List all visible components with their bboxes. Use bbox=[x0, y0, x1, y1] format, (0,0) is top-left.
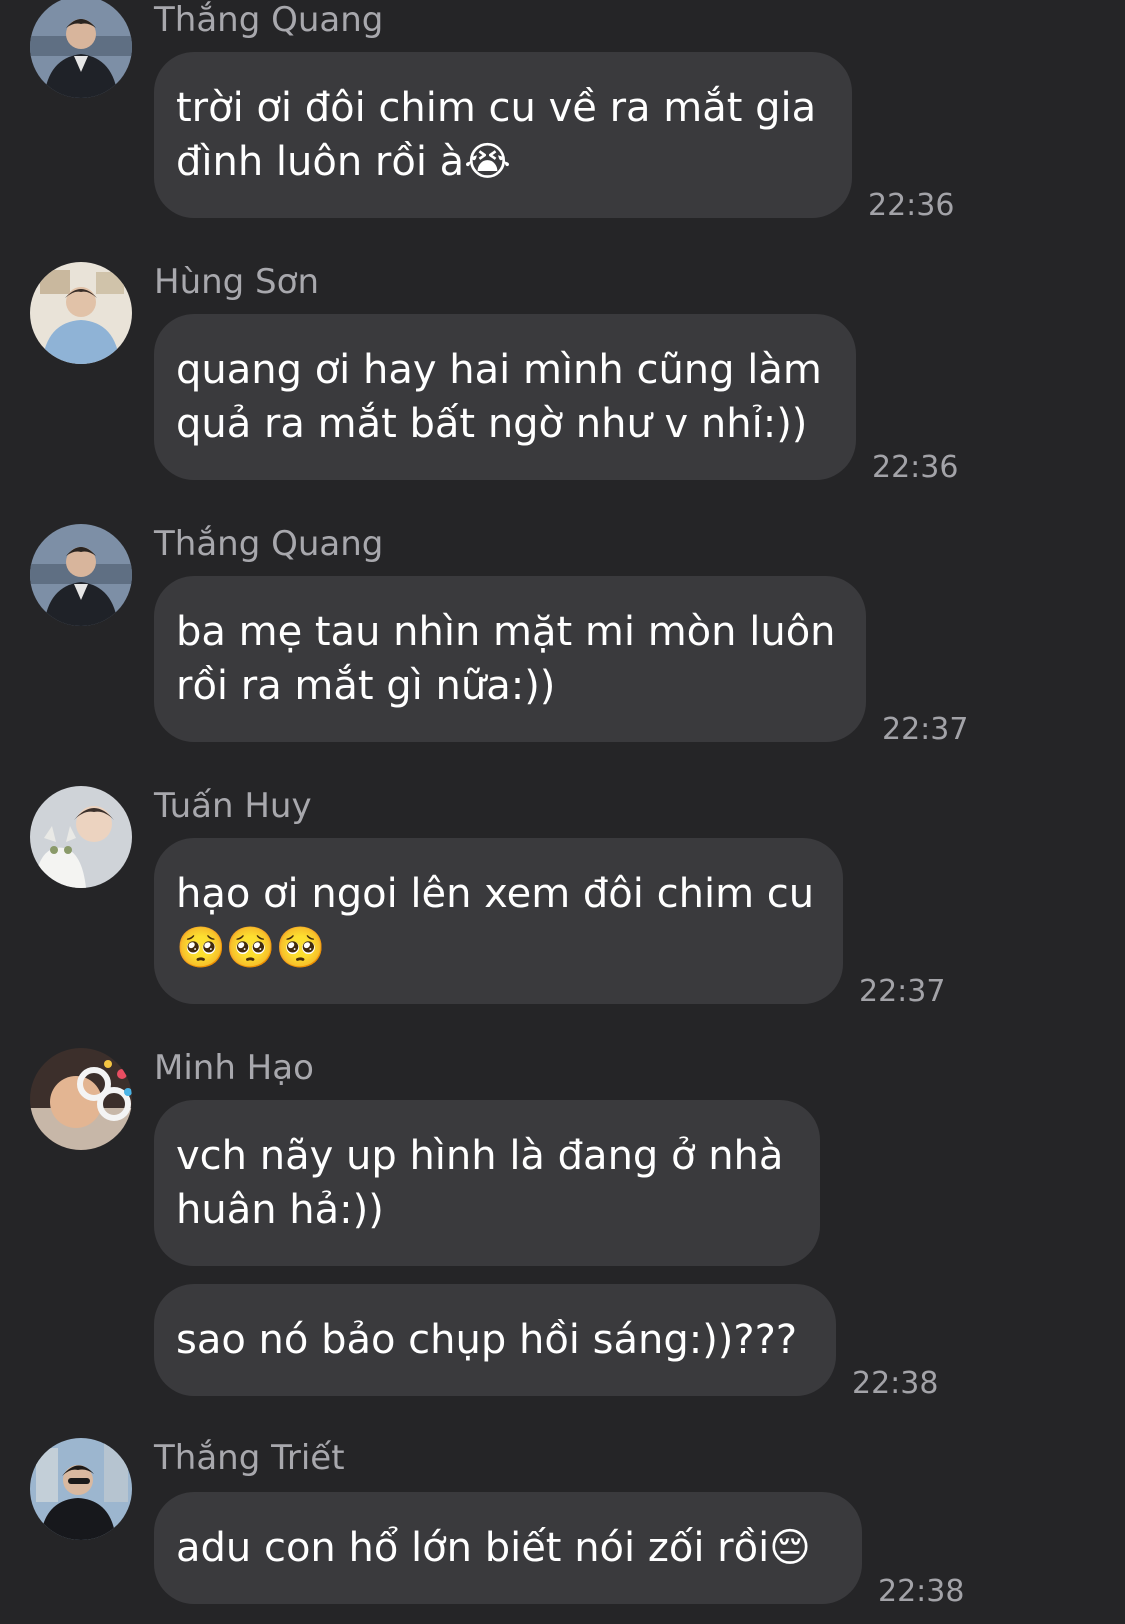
message-bubble[interactable]: ba mẹ tau nhìn mặt mi mòn luôn rồi ra mắ… bbox=[154, 576, 866, 742]
avatar-thang-quang[interactable] bbox=[30, 0, 132, 98]
message-timestamp: 22:38 bbox=[852, 1366, 939, 1401]
sender-name: Tuấn Huy bbox=[154, 786, 312, 826]
message-text: vch nãy up hình là đang ở nhà huân hả:)) bbox=[176, 1133, 784, 1233]
chat-thread: Thắng Quang trời ơi đôi chim cu về ra mắ… bbox=[0, 0, 1125, 1624]
message-text: sao nó bảo chụp hồi sáng:))??? bbox=[176, 1317, 798, 1363]
message-timestamp: 22:37 bbox=[882, 712, 969, 747]
avatar-minh-hao[interactable] bbox=[30, 1048, 132, 1150]
avatar-thang-triet[interactable] bbox=[30, 1438, 132, 1540]
message-text: ba mẹ tau nhìn mặt mi mòn luôn rồi ra mắ… bbox=[176, 609, 836, 709]
message-timestamp: 22:38 bbox=[878, 1574, 965, 1609]
avatar-tuan-huy[interactable] bbox=[30, 786, 132, 888]
message-bubble[interactable]: adu con hổ lớn biết nói zối rồi😔 bbox=[154, 1492, 862, 1604]
message-bubble[interactable]: hạo ơi ngoi lên xem đôi chim cu 🥺🥺🥺 bbox=[154, 838, 843, 1004]
sender-name: Thắng Quang bbox=[154, 0, 384, 40]
message-timestamp: 22:36 bbox=[872, 450, 959, 485]
message-timestamp: 22:36 bbox=[868, 188, 955, 223]
avatar-thang-quang[interactable] bbox=[30, 524, 132, 626]
avatar-hung-son[interactable] bbox=[30, 262, 132, 364]
message-bubble[interactable]: sao nó bảo chụp hồi sáng:))??? bbox=[154, 1284, 836, 1396]
sender-name: Thắng Quang bbox=[154, 524, 384, 564]
message-text: hạo ơi ngoi lên xem đôi chim cu 🥺🥺🥺 bbox=[176, 871, 815, 971]
message-bubble[interactable]: quang ơi hay hai mình cũng làm quả ra mắ… bbox=[154, 314, 856, 480]
message-timestamp: 22:37 bbox=[859, 974, 946, 1009]
message-text: adu con hổ lớn biết nói zối rồi😔 bbox=[176, 1525, 811, 1571]
sender-name: Minh Hạo bbox=[154, 1048, 314, 1088]
message-bubble[interactable]: trời ơi đôi chim cu về ra mắt gia đình l… bbox=[154, 52, 852, 218]
sender-name: Hùng Sơn bbox=[154, 262, 319, 302]
message-text: quang ơi hay hai mình cũng làm quả ra mắ… bbox=[176, 347, 822, 447]
message-text: trời ơi đôi chim cu về ra mắt gia đình l… bbox=[176, 85, 817, 185]
message-bubble[interactable]: vch nãy up hình là đang ở nhà huân hả:)) bbox=[154, 1100, 820, 1266]
sender-name: Thắng Triết bbox=[154, 1438, 345, 1478]
